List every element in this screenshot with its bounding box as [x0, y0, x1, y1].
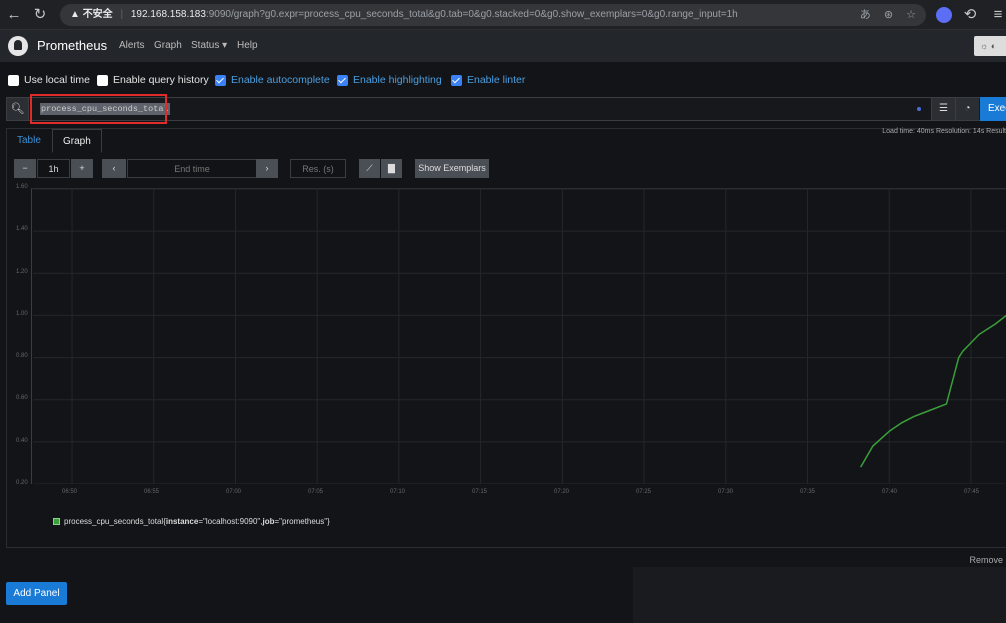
back-icon[interactable]: ←: [4, 5, 24, 25]
annotation-highlight: [30, 94, 167, 124]
nav-alerts[interactable]: Alerts: [119, 40, 145, 51]
nav-status[interactable]: Status ▾: [191, 40, 227, 51]
line-chart-icon[interactable]: ⟋: [359, 159, 380, 178]
metrics-explorer-icon[interactable]: ☰: [931, 98, 955, 120]
graph-plot: [31, 188, 1006, 484]
remove-panel-link[interactable]: Remove: [969, 555, 1003, 565]
y-tick-label: 0.40: [16, 437, 28, 444]
x-tick-label: 07:45: [964, 489, 980, 495]
tab-table[interactable]: Table: [7, 129, 51, 153]
brand-name[interactable]: Prometheus: [37, 38, 107, 53]
checkbox-unchecked[interactable]: [97, 74, 108, 86]
x-tick-label: 07:25: [636, 489, 652, 495]
x-tick-label: 06:55: [144, 489, 160, 495]
legend-label-value: ="localhost:9090",: [198, 517, 263, 526]
url-separator: |: [120, 9, 124, 20]
bookmark-star-icon[interactable]: ☆: [906, 9, 916, 21]
browser-toolbar: ← ↻ ▲ 不安全 | 192.168.158.183:9090/graph?g…: [0, 0, 1006, 30]
option-query-history[interactable]: Enable query history: [97, 73, 209, 87]
warning-icon: ▲: [70, 9, 80, 20]
range-decrease-button[interactable]: −: [14, 159, 36, 178]
y-tick-label: 1.00: [16, 310, 28, 317]
x-tick-label: 07:30: [718, 489, 734, 495]
end-time-input[interactable]: End time: [127, 159, 257, 178]
search-icon[interactable]: 🔍︎: [7, 98, 29, 120]
footer-area: [633, 567, 1006, 623]
theme-toggle[interactable]: ☼ ◐: [974, 36, 1006, 56]
legend-label-key: instance: [165, 517, 199, 526]
extension-icon[interactable]: ⊛: [884, 9, 893, 21]
checkbox-checked[interactable]: [337, 74, 348, 86]
option-label: Enable query history: [113, 74, 209, 86]
option-autocomplete[interactable]: Enable autocomplete: [215, 73, 330, 87]
nav-help[interactable]: Help: [237, 40, 258, 51]
tab-graph[interactable]: Graph: [52, 129, 102, 153]
checkbox-checked[interactable]: [215, 74, 226, 86]
chevron-left-icon[interactable]: ‹: [102, 159, 126, 178]
history-icon[interactable]: ◔: [955, 98, 979, 120]
legend-label-key: job: [262, 517, 275, 526]
address-bar[interactable]: ▲ 不安全 | 192.168.158.183:9090/graph?g0.ex…: [60, 4, 926, 26]
legend-swatch: [53, 518, 60, 525]
options-row: Use local time Enable query history Enab…: [0, 62, 1006, 96]
query-stats: Load time: 40ms Resolution: 14s Result: [882, 128, 1006, 135]
url-path: :9090/graph?g0.expr=process_cpu_seconds_…: [205, 9, 738, 20]
range-input[interactable]: 1h: [37, 159, 70, 178]
nav-graph[interactable]: Graph: [154, 40, 182, 51]
checkbox-unchecked[interactable]: [8, 74, 19, 86]
x-tick-label: 06:50: [62, 489, 78, 495]
x-tick-label: 07:15: [472, 489, 488, 495]
prometheus-logo-icon[interactable]: [8, 36, 28, 56]
y-tick-label: 0.60: [16, 395, 28, 402]
option-label: Enable highlighting: [353, 74, 442, 86]
x-tick-label: 07:05: [308, 489, 324, 495]
y-tick-label: 1.20: [16, 268, 28, 275]
extensions-icon[interactable]: ⟲: [960, 5, 980, 25]
x-tick-label: 07:20: [554, 489, 570, 495]
x-tick-label: 07:40: [882, 489, 898, 495]
legend-label-value: ="prometheus"}: [274, 517, 330, 526]
option-label: Enable autocomplete: [231, 74, 330, 86]
profile-icon[interactable]: [936, 7, 952, 23]
range-increase-button[interactable]: +: [71, 159, 93, 178]
translate-icon[interactable]: あ: [860, 9, 871, 21]
option-highlighting[interactable]: Enable highlighting: [337, 73, 442, 87]
x-tick-label: 07:35: [800, 489, 816, 495]
y-tick-label: 0.20: [16, 480, 28, 486]
option-linter[interactable]: Enable linter: [451, 73, 525, 87]
url-host: 192.168.158.183: [130, 9, 206, 20]
y-tick-label: 1.40: [16, 226, 28, 233]
legend-metric: process_cpu_seconds_total: [64, 517, 164, 526]
chevron-right-icon[interactable]: ›: [256, 159, 278, 178]
resolution-input[interactable]: Res. (s): [290, 159, 346, 178]
x-tick-label: 07:00: [226, 489, 242, 495]
security-label: 不安全: [82, 9, 113, 20]
urlbar-actions: あ ⊛ ☆: [850, 4, 916, 26]
execute-button[interactable]: Execute: [980, 97, 1006, 121]
reload-icon[interactable]: ↻: [30, 5, 50, 25]
add-panel-button[interactable]: Add Panel: [6, 582, 67, 605]
option-label: Enable linter: [467, 74, 526, 86]
app-navbar: Prometheus Alerts Graph Status ▾ Help ☼ …: [0, 30, 1006, 62]
y-tick-label: 0.80: [16, 353, 28, 360]
show-exemplars-button[interactable]: Show Exemplars: [415, 159, 489, 178]
status-dot: [917, 107, 921, 111]
option-use-local-time[interactable]: Use local time: [8, 73, 90, 87]
x-tick-label: 07:10: [390, 489, 406, 495]
series-legend[interactable]: process_cpu_seconds_total{instance ="loca…: [53, 517, 330, 526]
stacked-chart-icon[interactable]: ▇: [381, 159, 402, 178]
y-tick-label: 1.60: [16, 184, 28, 190]
option-label: Use local time: [24, 74, 90, 86]
reading-list-icon[interactable]: ≡: [988, 5, 1006, 25]
checkbox-checked[interactable]: [451, 74, 462, 86]
